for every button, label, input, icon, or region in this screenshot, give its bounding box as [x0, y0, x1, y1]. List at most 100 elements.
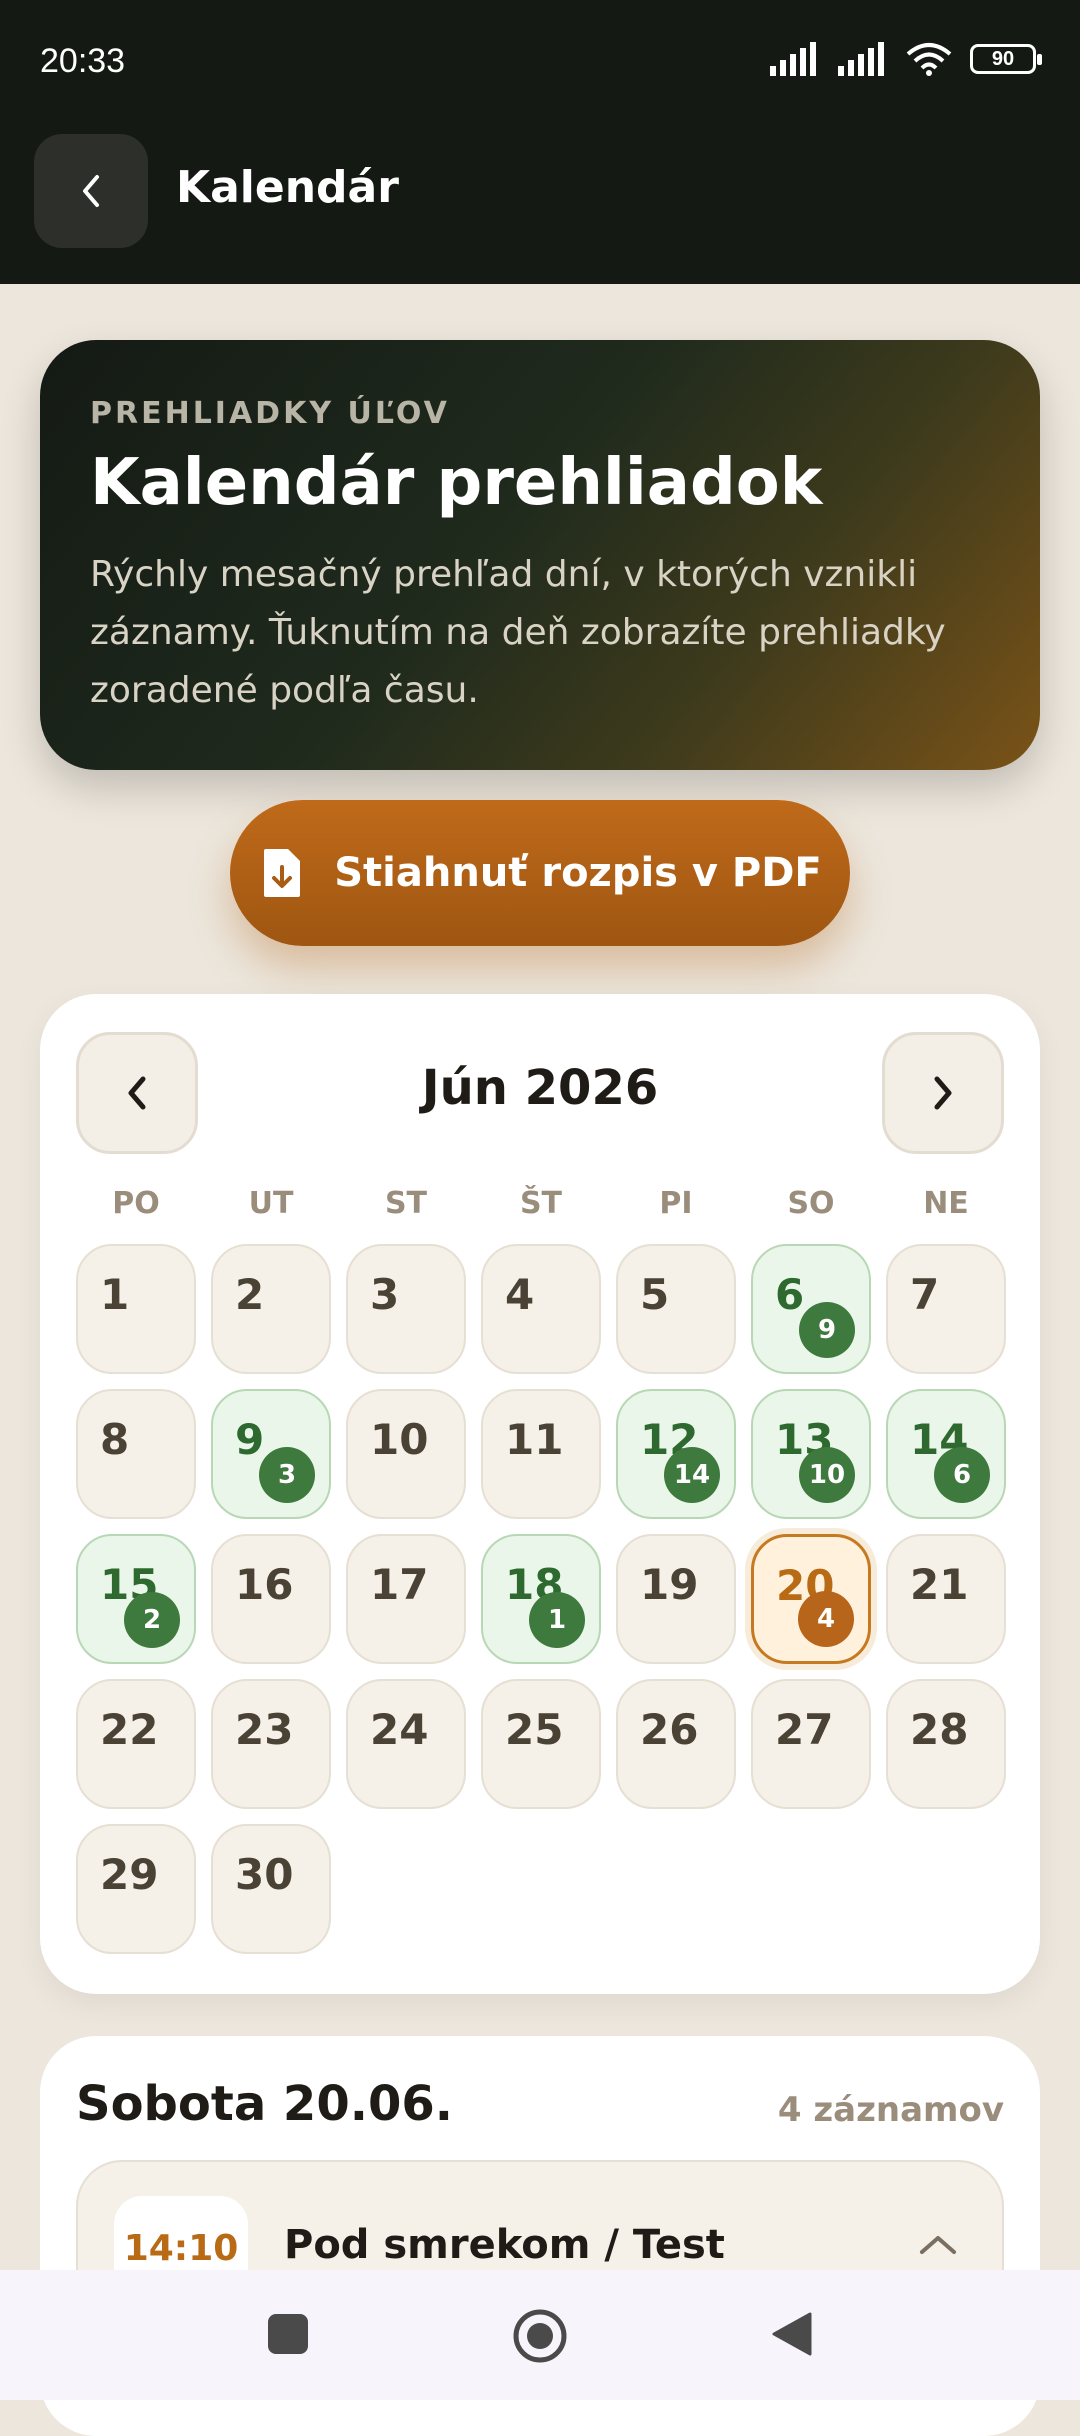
- calendar-day[interactable]: 23: [211, 1679, 331, 1809]
- day-number: 4: [505, 1270, 535, 1319]
- weekday-label: PO: [112, 1186, 160, 1221]
- calendar-day[interactable]: 3: [346, 1244, 466, 1374]
- day-number: 24: [370, 1705, 429, 1754]
- hero-description: Rýchly mesačný prehľad dní, v ktorých vz…: [90, 554, 946, 711]
- download-pdf-label: Stiahnuť rozpis v PDF: [334, 850, 822, 896]
- battery-level: 90: [991, 47, 1015, 70]
- hero-eyebrow: PREHLIADKY ÚĽOV: [90, 396, 450, 431]
- calendar-day[interactable]: 27: [751, 1679, 871, 1809]
- day-number: 17: [370, 1560, 429, 1609]
- day-number: 7: [910, 1270, 940, 1319]
- calendar-day[interactable]: 4: [481, 1244, 601, 1374]
- battery-icon: 90: [970, 44, 1042, 74]
- entry-count-badge: 4: [798, 1591, 854, 1647]
- calendar-day[interactable]: 7: [886, 1244, 1006, 1374]
- selected-date: Sobota 20.06.: [76, 2076, 453, 2132]
- calendar-day[interactable]: 2: [211, 1244, 331, 1374]
- calendar-day[interactable]: 69: [751, 1244, 871, 1374]
- back-triangle-icon[interactable]: [770, 2310, 814, 2358]
- calendar-day[interactable]: 93: [211, 1389, 331, 1519]
- day-number: 29: [100, 1850, 159, 1899]
- calendar-day[interactable]: 24: [346, 1679, 466, 1809]
- calendar-day[interactable]: 5: [616, 1244, 736, 1374]
- weekday-label: ŠT: [519, 1186, 563, 1221]
- calendar-day[interactable]: 13 10: [751, 1389, 871, 1519]
- calendar-day[interactable]: 17: [346, 1534, 466, 1664]
- entry-count-badge: 10: [799, 1447, 855, 1503]
- chevron-left-icon: [83, 175, 99, 207]
- entry-count-badge: 1: [529, 1592, 585, 1648]
- signal-icon: [838, 42, 884, 76]
- next-month-button[interactable]: [882, 1032, 1004, 1154]
- calendar-day[interactable]: 15 2: [76, 1534, 196, 1664]
- day-number: 11: [505, 1415, 564, 1464]
- weekday-header: PO UT ST ŠT PI SO NE: [76, 1186, 1006, 1221]
- calendar-day[interactable]: 16: [211, 1534, 331, 1664]
- entry-count-badge: 14: [664, 1447, 720, 1503]
- day-number: 21: [910, 1560, 969, 1609]
- day-number: 2: [235, 1270, 265, 1319]
- entry-title: Pod smrekom / Test: [284, 2222, 725, 2268]
- weekday-label: UT: [248, 1186, 294, 1221]
- day-number: 3: [370, 1270, 400, 1319]
- system-nav-bar: [0, 2270, 1080, 2400]
- weekday-label: NE: [923, 1186, 969, 1221]
- weekday-label: PI: [659, 1186, 693, 1221]
- calendar-day[interactable]: 21: [886, 1534, 1006, 1664]
- calendar-day[interactable]: 25: [481, 1679, 601, 1809]
- day-number: 25: [505, 1705, 564, 1754]
- calendar-day[interactable]: 10: [346, 1389, 466, 1519]
- day-number: 8: [100, 1415, 130, 1464]
- page-title: Kalendár: [176, 162, 399, 213]
- day-number: 23: [235, 1705, 294, 1754]
- calendar-day[interactable]: 8: [76, 1389, 196, 1519]
- home-icon[interactable]: [512, 2308, 568, 2364]
- back-button[interactable]: [34, 134, 148, 248]
- file-download-icon: [264, 849, 301, 897]
- day-grid: 1 2 3 4 5 6 9 7 8 9 3 10 11 12 14 13 10 14 6 15 2 16 17 18 1 19 20…: [76, 1244, 1006, 1954]
- calendar-day[interactable]: 26: [616, 1679, 736, 1809]
- weekday-label: SO: [787, 1186, 835, 1221]
- hero-card: PREHLIADKY ÚĽOV Kalendár prehliadok Rých…: [40, 340, 1040, 770]
- recents-icon[interactable]: [268, 2314, 308, 2354]
- calendar-card: Jún 2026 PO UT ST ŠT PI SO NE 1 2 3 4 5 6 9 7 8 9 3 10 11 1…: [40, 994, 1040, 1994]
- calendar-day[interactable]: 30: [211, 1824, 331, 1954]
- calendar-day[interactable]: 20 4: [751, 1534, 871, 1664]
- calendar-day[interactable]: 1: [76, 1244, 196, 1374]
- calendar-day[interactable]: 18 1: [481, 1534, 601, 1664]
- entry-count-badge: 3: [259, 1447, 315, 1503]
- entry-count-badge: 9: [799, 1302, 855, 1358]
- calendar-day[interactable]: 12 14: [616, 1389, 736, 1519]
- day-number: 26: [640, 1705, 699, 1754]
- day-number: 10: [370, 1415, 429, 1464]
- signal-icon: [770, 42, 816, 76]
- weekday-label: ST: [384, 1186, 428, 1221]
- entry-count: 4 záznamov: [777, 2090, 1004, 2130]
- day-number: 30: [235, 1850, 294, 1899]
- status-bar: 20:33 90: [0, 0, 1080, 130]
- day-number: 22: [100, 1705, 159, 1754]
- status-icons: 90: [770, 42, 1042, 76]
- download-pdf-button[interactable]: Stiahnuť rozpis v PDF: [230, 800, 850, 946]
- calendar-day[interactable]: 29: [76, 1824, 196, 1954]
- wifi-icon: [906, 43, 952, 76]
- day-number: 1: [100, 1270, 130, 1319]
- app-bar: Kalendár: [0, 130, 1080, 284]
- chevron-right-icon: [934, 1076, 952, 1110]
- calendar-day[interactable]: 11: [481, 1389, 601, 1519]
- calendar-day[interactable]: 28: [886, 1679, 1006, 1809]
- calendar-day[interactable]: 19: [616, 1534, 736, 1664]
- day-number: 28: [910, 1705, 969, 1754]
- day-number: 19: [640, 1560, 699, 1609]
- chevron-up-icon[interactable]: [918, 2230, 958, 2258]
- calendar-day[interactable]: 22: [76, 1679, 196, 1809]
- calendar-day[interactable]: 14 6: [886, 1389, 1006, 1519]
- entry-count-badge: 6: [934, 1447, 990, 1503]
- day-number: 9: [235, 1415, 265, 1464]
- day-number: 27: [775, 1705, 834, 1754]
- entry-count-badge: 2: [124, 1592, 180, 1648]
- hero-title: Kalendár prehliadok: [90, 446, 823, 520]
- status-time: 20:33: [40, 42, 126, 80]
- day-number: 6: [775, 1270, 805, 1319]
- day-number: 16: [235, 1560, 294, 1609]
